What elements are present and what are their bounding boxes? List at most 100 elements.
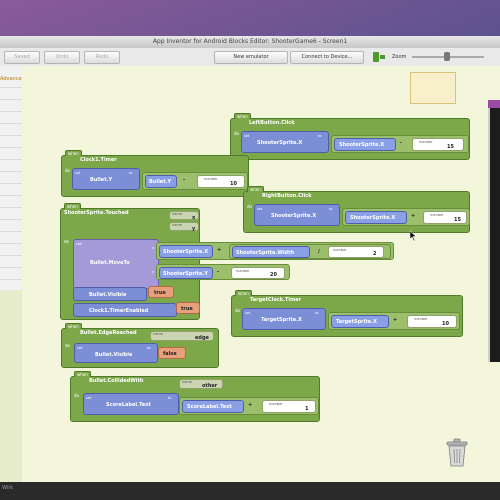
emulator-window[interactable] — [488, 100, 500, 362]
palette-item[interactable] — [0, 184, 22, 196]
setter-property: Bullet.Visible — [95, 352, 133, 358]
number-value: 15 — [447, 144, 454, 150]
setter-property: Clock1.TimerEnabled — [89, 308, 149, 314]
set-block[interactable]: set Bullet.Y to — [72, 168, 140, 190]
number-block[interactable]: number 10 — [197, 175, 245, 188]
arg-other[interactable]: name other — [179, 379, 223, 389]
set-block[interactable]: set TargetSprite.X to — [242, 308, 326, 330]
math-block-divide[interactable]: ShooterSprite.Width / number 2 — [229, 244, 391, 259]
logic-value: true — [154, 290, 166, 296]
set-label: set — [257, 207, 263, 211]
getter-block[interactable]: ScoreLabel.Text — [182, 400, 244, 413]
set-block[interactable]: set ShooterSprite.X to — [241, 131, 329, 153]
palette-item[interactable] — [0, 124, 22, 136]
event-block-clock1-timer[interactable]: when Clock1.Timer do set Bullet.Y to Bul… — [61, 150, 249, 197]
number-block[interactable]: number 15 — [412, 138, 464, 151]
set-block[interactable]: set Bullet.Visible to — [74, 343, 158, 363]
arg-y[interactable]: name y — [169, 222, 199, 232]
math-block-minus[interactable]: ShooterSprite.X - number 15 — [331, 135, 469, 153]
arg-edge[interactable]: name edge — [150, 331, 214, 341]
number-block[interactable]: number 1 — [262, 400, 316, 413]
redo-button[interactable]: Redo — [84, 51, 120, 64]
set-block-bullet-visible[interactable]: Bullet.Visible — [73, 287, 147, 301]
set-label: set — [75, 171, 81, 175]
palette-item[interactable] — [0, 268, 22, 280]
operator: - — [400, 140, 403, 146]
number-block[interactable]: number 10 — [407, 315, 457, 328]
zoom-label: Zoom — [392, 54, 407, 60]
math-block-minus[interactable]: Bullet.Y - number 10 — [142, 172, 248, 190]
getter-property: ShooterSprite.Width — [236, 250, 295, 256]
palette-item[interactable] — [0, 232, 22, 244]
logic-true-block[interactable]: true — [176, 302, 200, 314]
number-value: 2 — [373, 251, 377, 257]
name-label: name — [172, 223, 182, 227]
math-block-plus[interactable]: ShooterSprite.X + ShooterSprite.Width / … — [156, 242, 394, 260]
math-block-minus[interactable]: ShooterSprite.Y - number 20 — [156, 264, 290, 280]
call-block-bullet-moveto[interactable]: call Bullet.MoveTo x y — [73, 239, 159, 289]
math-block-plus[interactable]: TargetSprite.X + number 10 — [328, 312, 460, 330]
emulator-titlebar — [488, 100, 500, 108]
getter-property: ShooterSprite.X — [163, 249, 209, 255]
event-block-rightbutton-click[interactable]: when RightButton.Click do set ShooterSpr… — [243, 186, 470, 233]
set-label: set — [245, 311, 251, 315]
getter-block[interactable]: ShooterSprite.X — [159, 245, 213, 258]
palette-item[interactable] — [0, 220, 22, 232]
number-block[interactable]: number 2 — [328, 246, 384, 258]
getter-property: TargetSprite.X — [336, 319, 377, 325]
new-emulator-button[interactable]: New emulator — [214, 51, 288, 64]
number-value: 15 — [454, 217, 461, 223]
number-value: 10 — [230, 181, 237, 187]
operator: + — [248, 402, 253, 408]
zoom-slider-knob[interactable] — [444, 52, 450, 61]
setter-property: TargetSprite.X — [261, 317, 302, 323]
math-block-plus[interactable]: ShooterSprite.X + number 15 — [342, 208, 470, 226]
connect-device-button[interactable]: Connect to Device... — [290, 51, 364, 64]
workspace-minimap[interactable] — [410, 72, 456, 104]
palette-item[interactable] — [0, 196, 22, 208]
setter-property: ShooterSprite.X — [271, 213, 317, 219]
math-block-plus[interactable]: ScoreLabel.Text + number 1 — [179, 397, 319, 415]
to-label: to — [315, 311, 319, 315]
android-device-icon[interactable] — [372, 51, 386, 63]
palette-item[interactable] — [0, 172, 22, 184]
event-name: ShooterSprite.Touched — [64, 210, 129, 216]
operator: / — [318, 249, 320, 255]
event-block-leftbutton-click[interactable]: when LeftButton.Click do set ShooterSpri… — [230, 113, 470, 160]
saved-button[interactable]: Saved — [4, 51, 40, 64]
to-label: to — [129, 171, 133, 175]
number-block[interactable]: number 20 — [231, 267, 285, 279]
number-block[interactable]: number 15 — [423, 211, 467, 224]
set-block[interactable]: set ScoreLabel.Text to — [83, 393, 179, 415]
palette-item[interactable] — [0, 208, 22, 220]
palette-item[interactable] — [0, 88, 22, 100]
palette-item[interactable] — [0, 112, 22, 124]
palette-item[interactable] — [0, 136, 22, 148]
getter-block[interactable]: ShooterSprite.Y — [159, 267, 213, 279]
undo-button[interactable]: Undo — [44, 51, 80, 64]
palette-item[interactable] — [0, 100, 22, 112]
to-label: to — [147, 346, 151, 350]
event-block-targetclock-timer[interactable]: when TargetClock.Timer do set TargetSpri… — [231, 290, 463, 337]
palette-item[interactable] — [0, 160, 22, 172]
getter-block[interactable]: ShooterSprite.Width — [232, 246, 310, 258]
palette-item-advanced[interactable]: Advanced — [0, 76, 22, 88]
palette-item[interactable] — [0, 256, 22, 268]
palette-item[interactable] — [0, 148, 22, 160]
do-label: do — [234, 131, 239, 136]
logic-true-block[interactable]: true — [148, 286, 174, 298]
getter-block[interactable]: TargetSprite.X — [331, 315, 389, 328]
event-block-bullet-edgereached[interactable]: when Bullet.EdgeReached name edge do set… — [61, 323, 219, 368]
set-block[interactable]: set ShooterSprite.X to — [254, 204, 340, 226]
getter-block[interactable]: Bullet.Y — [145, 175, 177, 188]
set-block-clock1-timerenabled[interactable]: Clock1.TimerEnabled — [73, 303, 177, 317]
name-label: name — [172, 212, 182, 216]
event-block-bullet-collidedwith[interactable]: when Bullet.CollidedWith name other do s… — [70, 371, 320, 422]
palette-item[interactable] — [0, 244, 22, 256]
arg-x[interactable]: name x — [169, 211, 199, 221]
trash-can-icon[interactable] — [444, 438, 470, 468]
logic-false-block[interactable]: false — [158, 347, 186, 359]
getter-block[interactable]: ShooterSprite.X — [345, 211, 407, 224]
event-name: TargetClock.Timer — [250, 297, 302, 303]
getter-block[interactable]: ShooterSprite.X — [334, 138, 396, 151]
